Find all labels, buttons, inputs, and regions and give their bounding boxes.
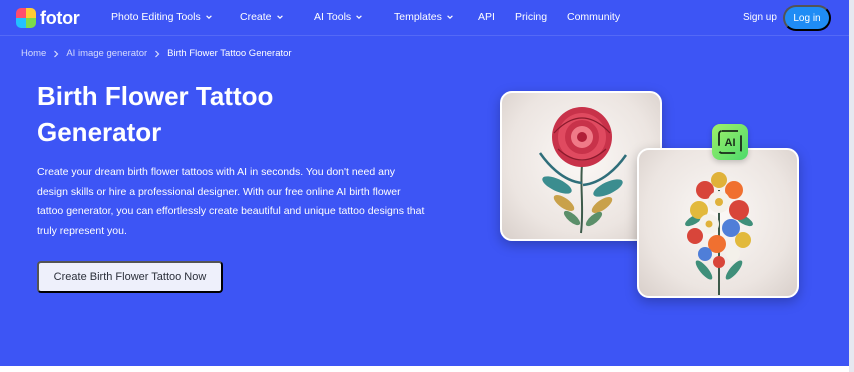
chevron-down-icon xyxy=(447,15,453,20)
ai-image-icon: AI xyxy=(712,124,748,160)
nav-ai-tools[interactable]: AI Tools xyxy=(314,11,363,23)
nav-item-label: Community xyxy=(567,11,621,23)
nav-community[interactable]: Community xyxy=(567,11,620,23)
ai-badge-text: AI xyxy=(725,137,736,149)
breadcrumb-home[interactable]: Home xyxy=(21,48,46,59)
nav-item-label: Templates xyxy=(394,11,442,23)
page-bottom-edge xyxy=(0,366,849,372)
hero-description: Create your dream birth flower tattoos w… xyxy=(37,166,425,237)
nav-create[interactable]: Create xyxy=(240,11,284,23)
fotor-logo-icon xyxy=(16,8,36,28)
vertical-scrollbar[interactable] xyxy=(849,0,854,372)
tattoo-preview-image-2 xyxy=(637,148,799,298)
chevron-down-icon xyxy=(276,15,283,20)
nav-templates[interactable]: Templates xyxy=(394,11,454,23)
brand-name: fotor xyxy=(40,7,80,28)
nav-api[interactable]: API xyxy=(478,11,495,23)
chevron-right-icon xyxy=(155,50,160,57)
breadcrumb-current: Birth Flower Tattoo Generator xyxy=(167,48,292,59)
breadcrumb: Home AI image generator Birth Flower Tat… xyxy=(21,48,292,59)
chevron-down-icon xyxy=(205,15,212,20)
nav-item-label: Pricing xyxy=(515,11,548,23)
fotor-logo[interactable]: fotor xyxy=(16,7,80,29)
nav-photo-editing-tools[interactable]: Photo Editing Tools xyxy=(111,11,213,23)
ai-glyph-icon: AI xyxy=(718,130,742,154)
nav-item-label: Create xyxy=(240,11,272,23)
bouquet-tattoo-illustration xyxy=(685,172,753,295)
nav-pricing[interactable]: Pricing xyxy=(515,11,547,23)
nav-item-label: Photo Editing Tools xyxy=(111,11,201,23)
nav-item-label: AI Tools xyxy=(314,11,352,23)
signup-link[interactable]: Sign up xyxy=(743,12,777,23)
login-button[interactable]: Log in xyxy=(783,5,831,31)
chevron-right-icon xyxy=(54,50,59,57)
create-tattoo-button[interactable]: Create Birth Flower Tattoo Now xyxy=(37,261,223,293)
breadcrumb-ai-image-generator[interactable]: AI image generator xyxy=(66,48,147,59)
top-navigation: fotor Photo Editing Tools Create AI Tool… xyxy=(0,0,854,36)
page-title: Birth Flower Tattoo Generator xyxy=(37,81,274,147)
nav-item-label: API xyxy=(478,11,495,23)
chevron-down-icon xyxy=(356,15,362,20)
